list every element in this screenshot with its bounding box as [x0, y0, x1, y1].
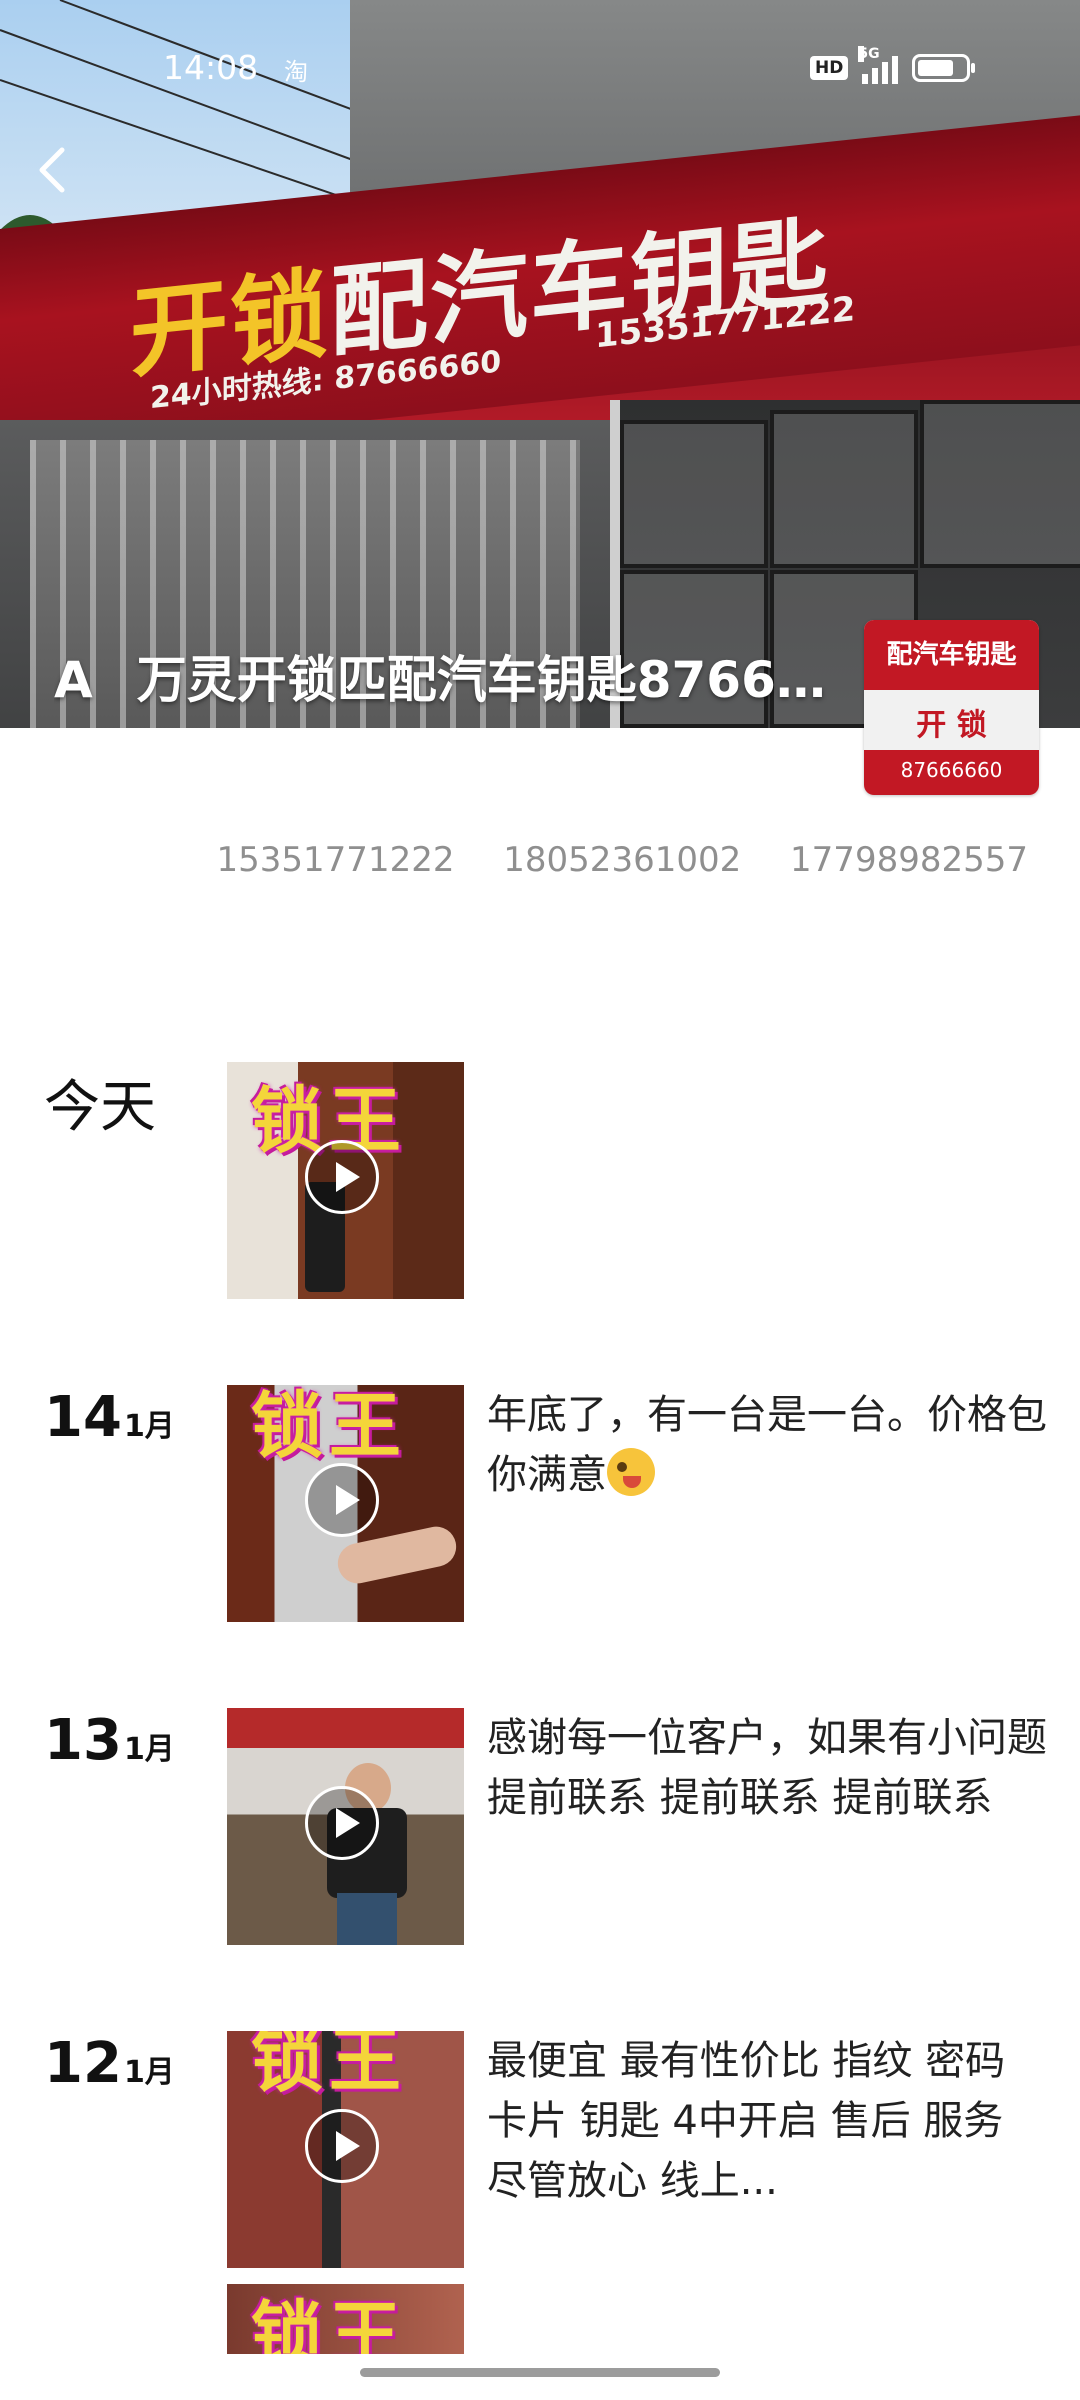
phone-number-2: 18052361002	[503, 840, 742, 880]
video-thumbnail[interactable]: 锁王	[227, 2031, 464, 2268]
video-thumbnail[interactable]: 锁王	[227, 1062, 464, 1299]
video-thumbnail[interactable]: 锁王	[227, 2284, 464, 2354]
title-prefix: A	[54, 651, 93, 709]
play-icon	[305, 1463, 379, 1537]
signal-icon: 5G	[858, 46, 899, 84]
profile-signature: 15351771222 18052361002 17798982557	[179, 840, 1028, 880]
video-thumbnail[interactable]: 锁王	[227, 1385, 464, 1622]
hd-icon: HD	[810, 56, 849, 80]
title-text: 万灵开锁匹配汽车钥匙87666660	[136, 651, 854, 709]
play-icon	[305, 2109, 379, 2183]
cover-photo[interactable]: 开锁配汽车钥匙 24小时热线: 87666660 15351771222 14:…	[0, 0, 1080, 728]
status-indicators: HD 5G	[810, 46, 976, 88]
thumbnail-caption: 锁王	[251, 2031, 408, 2102]
battery-icon	[912, 54, 976, 82]
post-text: 最便宜 最有性价比 指纹 密码 卡片 钥匙 4中开启 售后 服务 尽管放心 线上…	[487, 2038, 1006, 2204]
thumbnail-caption: 锁王	[251, 2293, 408, 2354]
thumbnail-caption: 锁王	[251, 1385, 408, 1468]
play-icon	[305, 1786, 379, 1860]
post-text: 年底了，有一台是一台。价格包你满意	[487, 1392, 1047, 1498]
post-date: 今天	[44, 1075, 156, 1140]
taobao-notification-icon: 淘	[284, 58, 308, 86]
post-text: 感谢每一位客户，如果有小问题提前联系 提前联系 提前联系	[487, 1715, 1047, 1821]
post-date: 121月	[44, 2031, 175, 2096]
video-thumbnail[interactable]	[227, 1708, 464, 1945]
phone-number-3: 17798982557	[790, 840, 1028, 880]
back-button[interactable]	[30, 140, 80, 200]
profile-title: A 万灵开锁匹配汽车钥匙87666660	[54, 640, 854, 712]
home-indicator[interactable]	[360, 2368, 720, 2377]
status-time: 14:08	[163, 48, 259, 87]
avatar[interactable]: 配汽车钥匙 开 锁 87666660	[864, 620, 1039, 795]
winking-face-emoji-icon	[607, 1448, 655, 1496]
play-icon	[305, 1140, 379, 1214]
chevron-left-icon	[39, 147, 65, 193]
post-date: 141月	[44, 1385, 175, 1450]
post-date: 131月	[44, 1708, 175, 1773]
phone-number-1: 15351771222	[216, 840, 455, 880]
